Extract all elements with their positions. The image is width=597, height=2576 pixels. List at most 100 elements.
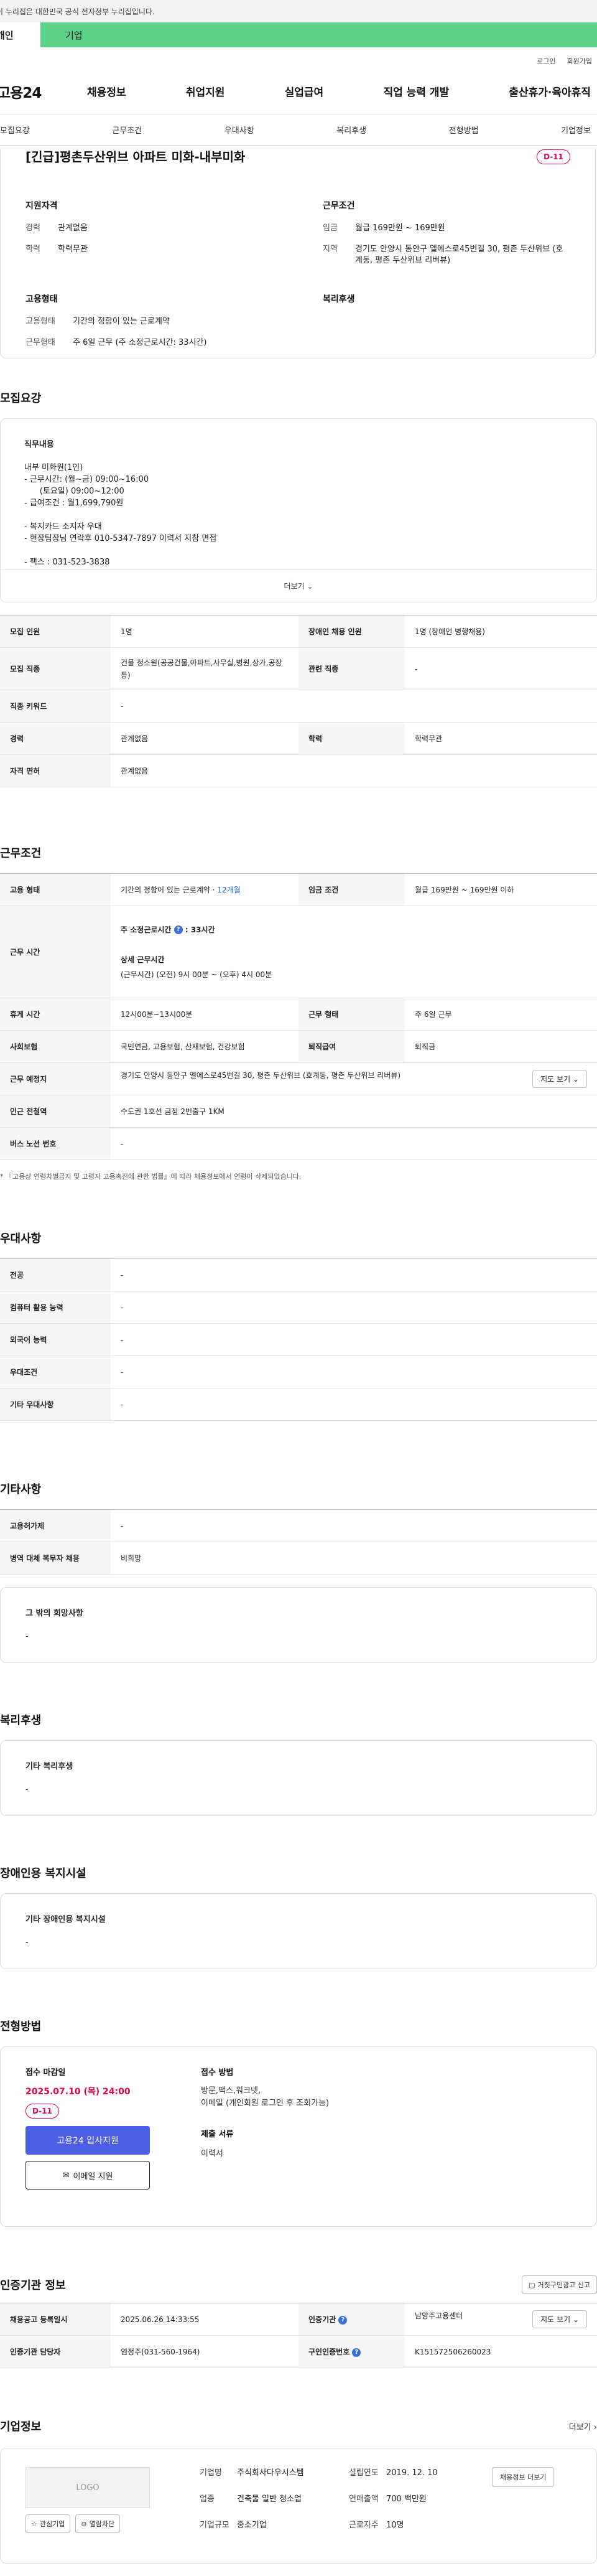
table-row: 고용 형태 기간의 정함이 있는 근로계약 · 12개월 임금 조건 월급 169…: [0, 873, 597, 906]
method-label: 접수 방법: [201, 2068, 234, 2077]
conditions-heading: 근무조건: [323, 201, 355, 211]
member-type-tabs: 개인 기업: [0, 22, 597, 47]
employment-block: 고용형태 고용형태 기간의 정함이 있는 근로계약 근무형태 주 6일 근무 (주 …: [25, 293, 273, 358]
pref-section: 우대사항 전공 - 컴퓨터 활용 능력 - 외국어 능력 - 우대조건 - 기타 우대사…: [0, 1230, 597, 1421]
anchor-benefit[interactable]: 복리후생: [336, 124, 366, 136]
company-jobs-button[interactable]: 채용정보 더보기: [492, 2467, 555, 2487]
etc-table: 고용허가제 - 병역 대체 복무자 채용 비희망: [0, 1509, 597, 1575]
deadline-value: 2025.07.10 (목) 24:00: [25, 2087, 131, 2097]
recruit-table: 모집 인원 1명 장애인 채용 인원 1명 (장애인 병행채용) 모집 직종 건물 청…: [0, 615, 597, 787]
company-more-link[interactable]: 더보기 ›: [569, 2420, 597, 2432]
cond-region-value: 경기도 안양시 동안구 엘에스로45번길 30, 평촌 두산위브 (호계동, 평…: [355, 245, 563, 265]
map-button[interactable]: 지도 보기 ⌄: [532, 2310, 587, 2328]
selection-title: 전형방법: [0, 2020, 42, 2033]
cert-section: 인증기관 정보 ▢ 거짓구인광고 신고 채용공고 등록일시 2025.06.26 1…: [0, 2275, 597, 2368]
report-icon: ▢: [529, 2280, 535, 2289]
benefit-heading: 기타 복리후생: [25, 1762, 73, 1771]
qualification-heading: 지원자격: [25, 201, 58, 211]
signup-link[interactable]: 회원가입: [567, 56, 592, 68]
facility-heading: 기타 장애인용 복지시설: [25, 1915, 106, 1924]
cert-table: 채용공고 등록일시 2025.06.26 14:33:55 인증기관 ? 남양주고…: [0, 2303, 597, 2368]
table-row: 컴퓨터 활용 능력 -: [0, 1291, 597, 1324]
other-wishes-value: -: [25, 1632, 29, 1641]
work-address: 경기도 안양시 동안구 엘에스로45번길 30, 평촌 두산위브 (호계동, 평…: [121, 1071, 400, 1080]
more-button[interactable]: 더보기 ⌄: [1, 569, 596, 602]
cert-title: 인증기관 정보: [0, 2279, 66, 2292]
emp-type-label: 고용형태: [25, 317, 55, 326]
help-icon[interactable]: ?: [352, 2348, 361, 2357]
help-icon[interactable]: ?: [338, 2315, 348, 2325]
nav-unemployment-benefit[interactable]: 실업급여: [285, 83, 324, 99]
emp-worktype-label: 근무형태: [25, 338, 55, 347]
recruit-section: 모집요강 직무내용 내부 미화원(1인) - 근무시간: (월~금) 09:00…: [0, 390, 597, 787]
benefit-title: 복리후생: [0, 1714, 42, 1727]
main-nav: 고용24 채용정보 취업지원 실업급여 직업 능력 개발 출산휴가·육아휴직: [0, 68, 597, 115]
anchor-recruit[interactable]: 모집요강: [0, 124, 30, 136]
nav-employment-support[interactable]: 취업지원: [186, 83, 225, 99]
qual-edu-value: 학력무관: [58, 245, 88, 254]
emp-worktype-value: 주 6일 근무 (주 소정근로시간: 33시간): [73, 338, 207, 347]
recruit-title: 모집요강: [0, 392, 42, 405]
welfare-heading: 복리후생: [323, 294, 355, 304]
nav-vocational-training[interactable]: 직업 능력 개발: [383, 83, 449, 99]
email-apply-button[interactable]: ✉ 이메일 지원: [25, 2161, 150, 2190]
cond-wage-value: 월급 169만원 ~ 169만원: [355, 223, 445, 233]
qualification-block: 지원자격 경력 관계없음 학력 학력무관: [25, 199, 273, 276]
pref-table: 전공 - 컴퓨터 활용 능력 - 외국어 능력 - 우대조건 - 기타 우대사항 -: [0, 1258, 597, 1421]
nav-jobs[interactable]: 채용정보: [87, 83, 126, 99]
table-row: 우대조건 -: [0, 1356, 597, 1389]
work-title: 근무조건: [0, 847, 42, 860]
etc-title: 기타사항: [0, 1483, 42, 1496]
table-row: 고용허가제 -: [0, 1509, 597, 1542]
benefit-value: -: [25, 1785, 29, 1794]
table-row: 근무 시간 주 소정근로시간 ? : 33시간 상세 근무시간 (근무시간) (…: [0, 906, 597, 998]
site-logo[interactable]: 고용24: [0, 81, 87, 102]
anchor-pref[interactable]: 우대사항: [224, 124, 254, 136]
apply-button[interactable]: 고용24 입사지원: [25, 2126, 150, 2155]
anchor-work[interactable]: 근무조건: [112, 124, 142, 136]
tab-company[interactable]: 기업: [40, 22, 597, 47]
dday-badge: D-11: [537, 149, 570, 164]
cond-wage-label: 임금: [323, 223, 338, 233]
block-company-button[interactable]: ⊖ 열람차단: [75, 2514, 121, 2533]
docs-value: 이력서: [201, 2149, 223, 2158]
job-desc-heading: 직무내용: [24, 440, 54, 449]
favorite-company-button[interactable]: ☆ 관심기업: [25, 2514, 71, 2533]
map-button[interactable]: 지도 보기 ⌄: [532, 1070, 587, 1088]
method-value: 방문,팩스,워크넷, 이메일 (개인회원 로그인 후 조회가능): [201, 2086, 330, 2108]
anchor-selection[interactable]: 전형방법: [449, 124, 479, 136]
table-row: 근무 예정지 경기도 안양시 동안구 엘에스로45번길 30, 평촌 두산위브 …: [0, 1062, 597, 1095]
table-row: 병역 대체 복무자 채용 비희망: [0, 1542, 597, 1575]
login-link[interactable]: 로그인: [537, 56, 555, 68]
job-summary-card: [긴급]평촌두산위브 아파트 미화-내부미화 D-11 지원자격 경력 관계없음 …: [0, 149, 596, 358]
util-links: 로그인 회원가입: [0, 47, 597, 68]
report-fake-ad-button[interactable]: ▢ 거짓구인광고 신고: [522, 2275, 597, 2294]
job-description-card: 직무내용 내부 미화원(1인) - 근무시간: (월~금) 09:00~16:0…: [0, 418, 597, 602]
chevron-down-icon: ⌄: [307, 581, 313, 591]
facility-value: -: [25, 1938, 29, 1947]
table-row: 채용공고 등록일시 2025.06.26 14:33:55 인증기관 ? 남양주고…: [0, 2303, 597, 2336]
emp-type-value: 기간의 정함이 있는 근로계약: [73, 317, 170, 326]
deadline-label: 접수 마감일: [25, 2068, 66, 2077]
facility-section: 장애인용 복지시설 기타 장애인용 복지시설 -: [0, 1865, 597, 1969]
gov-banner: 이 누리집은 대한민국 공식 전자정부 누리집입니다.: [0, 0, 597, 22]
company-card: LOGO ☆ 관심기업 ⊖ 열람차단 기업명 주식회사다우시스템 업종 건축물 일반 청…: [0, 2448, 597, 2564]
cond-region-label: 지역: [323, 245, 338, 254]
benefit-section: 복리후생 기타 복리후생 -: [0, 1712, 597, 1816]
pref-title: 우대사항: [0, 1232, 42, 1245]
facility-title: 장애인용 복지시설: [0, 1867, 86, 1880]
job-desc-text: 내부 미화원(1인) - 근무시간: (월~금) 09:00~16:00 (토요…: [24, 463, 217, 567]
table-row: 외국어 능력 -: [0, 1323, 597, 1356]
table-row: 인증기관 담당자 염정주(031-560-1964) 구인인증번호 ? K1515…: [0, 2335, 597, 2368]
job-title: [긴급]평촌두산위브 아파트 미화-내부미화: [25, 149, 246, 164]
table-row: 모집 직종 건물 청소원(공공건물,아파트,사무실,병원,상가,공장 등) 관련 …: [0, 647, 597, 690]
nav-parental-leave[interactable]: 출산휴가·육아휴직: [509, 83, 591, 99]
help-icon[interactable]: ?: [174, 925, 183, 934]
facility-card: 기타 장애인용 복지시설 -: [0, 1893, 597, 1969]
tab-personal[interactable]: 개인: [0, 22, 40, 47]
anchor-company[interactable]: 기업정보: [561, 124, 591, 136]
selection-section: 전형방법 접수 마감일 2025.07.10 (목) 24:00 D-11 고용…: [0, 2018, 597, 2227]
table-row: 버스 노선 번호 -: [0, 1127, 597, 1160]
conditions-block: 근무조건 임금 월급 169만원 ~ 169만원 지역 경기도 안양시 동안구 엘에…: [323, 199, 570, 276]
company-logo: LOGO: [25, 2467, 150, 2508]
